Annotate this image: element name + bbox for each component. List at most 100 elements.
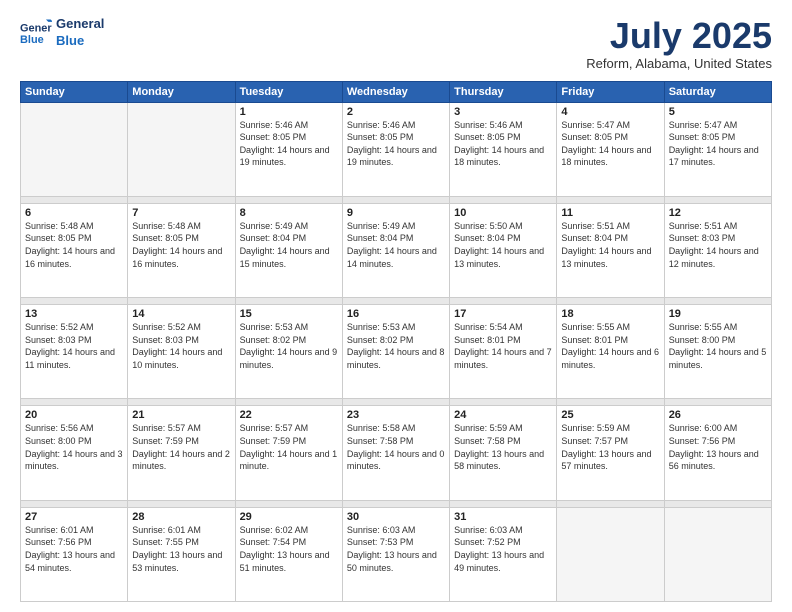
day-number: 18 (561, 308, 659, 320)
calendar-cell: 12Sunrise: 5:51 AMSunset: 8:03 PMDayligh… (664, 203, 771, 297)
week-divider (21, 196, 772, 203)
day-number: 14 (132, 308, 230, 320)
cell-info: Sunrise: 6:03 AMSunset: 7:52 PMDaylight:… (454, 524, 552, 574)
header: General Blue General Blue July 2025 Refo… (20, 16, 772, 71)
calendar-cell: 27Sunrise: 6:01 AMSunset: 7:56 PMDayligh… (21, 507, 128, 601)
calendar-cell: 16Sunrise: 5:53 AMSunset: 8:02 PMDayligh… (342, 305, 449, 399)
cell-info: Sunrise: 5:46 AMSunset: 8:05 PMDaylight:… (240, 119, 338, 169)
day-number: 4 (561, 106, 659, 118)
logo-blue: Blue (56, 33, 104, 50)
calendar-cell: 8Sunrise: 5:49 AMSunset: 8:04 PMDaylight… (235, 203, 342, 297)
day-number: 27 (25, 511, 123, 523)
calendar-cell: 15Sunrise: 5:53 AMSunset: 8:02 PMDayligh… (235, 305, 342, 399)
calendar-cell: 5Sunrise: 5:47 AMSunset: 8:05 PMDaylight… (664, 102, 771, 196)
calendar-cell (664, 507, 771, 601)
cell-info: Sunrise: 5:55 AMSunset: 8:00 PMDaylight:… (669, 321, 767, 371)
calendar-cell: 20Sunrise: 5:56 AMSunset: 8:00 PMDayligh… (21, 406, 128, 500)
day-number: 25 (561, 409, 659, 421)
day-number: 11 (561, 207, 659, 219)
week-divider (21, 298, 772, 305)
cell-info: Sunrise: 5:48 AMSunset: 8:05 PMDaylight:… (132, 220, 230, 270)
day-number: 23 (347, 409, 445, 421)
day-number: 28 (132, 511, 230, 523)
day-number: 16 (347, 308, 445, 320)
day-number: 13 (25, 308, 123, 320)
day-number: 26 (669, 409, 767, 421)
cell-info: Sunrise: 5:46 AMSunset: 8:05 PMDaylight:… (454, 119, 552, 169)
logo: General Blue General Blue (20, 16, 104, 50)
day-number: 10 (454, 207, 552, 219)
day-number: 17 (454, 308, 552, 320)
header-saturday: Saturday (664, 81, 771, 102)
calendar-cell: 2Sunrise: 5:46 AMSunset: 8:05 PMDaylight… (342, 102, 449, 196)
cell-info: Sunrise: 5:52 AMSunset: 8:03 PMDaylight:… (132, 321, 230, 371)
cell-info: Sunrise: 5:51 AMSunset: 8:04 PMDaylight:… (561, 220, 659, 270)
calendar-week-3: 20Sunrise: 5:56 AMSunset: 8:00 PMDayligh… (21, 406, 772, 500)
day-number: 3 (454, 106, 552, 118)
day-number: 5 (669, 106, 767, 118)
day-number: 29 (240, 511, 338, 523)
calendar-cell (128, 102, 235, 196)
calendar-cell: 9Sunrise: 5:49 AMSunset: 8:04 PMDaylight… (342, 203, 449, 297)
calendar-cell (557, 507, 664, 601)
cell-info: Sunrise: 6:01 AMSunset: 7:56 PMDaylight:… (25, 524, 123, 574)
day-number: 19 (669, 308, 767, 320)
calendar-week-1: 6Sunrise: 5:48 AMSunset: 8:05 PMDaylight… (21, 203, 772, 297)
calendar-cell (21, 102, 128, 196)
calendar-cell: 22Sunrise: 5:57 AMSunset: 7:59 PMDayligh… (235, 406, 342, 500)
calendar-cell: 28Sunrise: 6:01 AMSunset: 7:55 PMDayligh… (128, 507, 235, 601)
cell-info: Sunrise: 5:49 AMSunset: 8:04 PMDaylight:… (347, 220, 445, 270)
cell-info: Sunrise: 5:47 AMSunset: 8:05 PMDaylight:… (561, 119, 659, 169)
logo-icon: General Blue (20, 19, 52, 47)
cell-info: Sunrise: 5:48 AMSunset: 8:05 PMDaylight:… (25, 220, 123, 270)
cell-info: Sunrise: 5:53 AMSunset: 8:02 PMDaylight:… (347, 321, 445, 371)
cell-info: Sunrise: 5:46 AMSunset: 8:05 PMDaylight:… (347, 119, 445, 169)
day-number: 21 (132, 409, 230, 421)
week-divider (21, 500, 772, 507)
header-sunday: Sunday (21, 81, 128, 102)
calendar-week-4: 27Sunrise: 6:01 AMSunset: 7:56 PMDayligh… (21, 507, 772, 601)
calendar-cell: 6Sunrise: 5:48 AMSunset: 8:05 PMDaylight… (21, 203, 128, 297)
calendar-cell: 19Sunrise: 5:55 AMSunset: 8:00 PMDayligh… (664, 305, 771, 399)
svg-text:General: General (20, 22, 52, 34)
calendar-table: Sunday Monday Tuesday Wednesday Thursday… (20, 81, 772, 602)
cell-info: Sunrise: 5:51 AMSunset: 8:03 PMDaylight:… (669, 220, 767, 270)
day-number: 1 (240, 106, 338, 118)
calendar-cell: 21Sunrise: 5:57 AMSunset: 7:59 PMDayligh… (128, 406, 235, 500)
cell-info: Sunrise: 5:49 AMSunset: 8:04 PMDaylight:… (240, 220, 338, 270)
day-number: 2 (347, 106, 445, 118)
header-monday: Monday (128, 81, 235, 102)
day-number: 24 (454, 409, 552, 421)
day-number: 22 (240, 409, 338, 421)
header-thursday: Thursday (450, 81, 557, 102)
cell-info: Sunrise: 5:57 AMSunset: 7:59 PMDaylight:… (132, 422, 230, 472)
cell-info: Sunrise: 5:53 AMSunset: 8:02 PMDaylight:… (240, 321, 338, 371)
calendar-cell: 1Sunrise: 5:46 AMSunset: 8:05 PMDaylight… (235, 102, 342, 196)
cell-info: Sunrise: 5:50 AMSunset: 8:04 PMDaylight:… (454, 220, 552, 270)
day-number: 15 (240, 308, 338, 320)
day-number: 30 (347, 511, 445, 523)
cell-info: Sunrise: 6:01 AMSunset: 7:55 PMDaylight:… (132, 524, 230, 574)
calendar-cell: 18Sunrise: 5:55 AMSunset: 8:01 PMDayligh… (557, 305, 664, 399)
calendar-cell: 24Sunrise: 5:59 AMSunset: 7:58 PMDayligh… (450, 406, 557, 500)
calendar-cell: 17Sunrise: 5:54 AMSunset: 8:01 PMDayligh… (450, 305, 557, 399)
header-friday: Friday (557, 81, 664, 102)
svg-text:Blue: Blue (20, 34, 44, 46)
calendar-cell: 23Sunrise: 5:58 AMSunset: 7:58 PMDayligh… (342, 406, 449, 500)
calendar-week-0: 1Sunrise: 5:46 AMSunset: 8:05 PMDaylight… (21, 102, 772, 196)
cell-info: Sunrise: 6:03 AMSunset: 7:53 PMDaylight:… (347, 524, 445, 574)
calendar-cell: 14Sunrise: 5:52 AMSunset: 8:03 PMDayligh… (128, 305, 235, 399)
month-year: July 2025 (586, 16, 772, 56)
calendar-cell: 13Sunrise: 5:52 AMSunset: 8:03 PMDayligh… (21, 305, 128, 399)
calendar-cell: 25Sunrise: 5:59 AMSunset: 7:57 PMDayligh… (557, 406, 664, 500)
cell-info: Sunrise: 5:59 AMSunset: 7:57 PMDaylight:… (561, 422, 659, 472)
day-number: 6 (25, 207, 123, 219)
calendar-cell: 3Sunrise: 5:46 AMSunset: 8:05 PMDaylight… (450, 102, 557, 196)
cell-info: Sunrise: 6:00 AMSunset: 7:56 PMDaylight:… (669, 422, 767, 472)
cell-info: Sunrise: 5:56 AMSunset: 8:00 PMDaylight:… (25, 422, 123, 472)
day-number: 7 (132, 207, 230, 219)
calendar-cell: 4Sunrise: 5:47 AMSunset: 8:05 PMDaylight… (557, 102, 664, 196)
calendar-cell: 26Sunrise: 6:00 AMSunset: 7:56 PMDayligh… (664, 406, 771, 500)
calendar-cell: 30Sunrise: 6:03 AMSunset: 7:53 PMDayligh… (342, 507, 449, 601)
page: General Blue General Blue July 2025 Refo… (0, 0, 792, 612)
